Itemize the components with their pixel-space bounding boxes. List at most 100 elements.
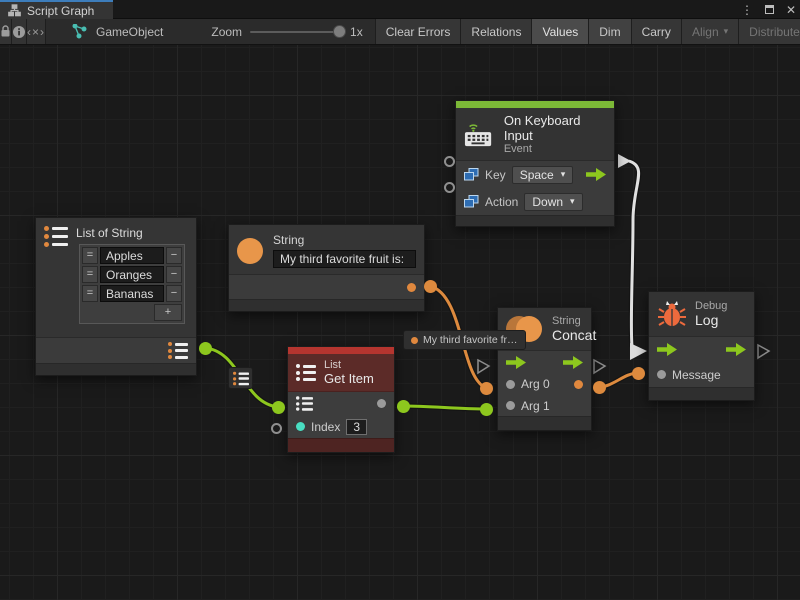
port-getitem-output[interactable] bbox=[397, 400, 410, 413]
list-icon bbox=[296, 364, 316, 381]
drag-handle[interactable]: = bbox=[82, 247, 98, 264]
relations-button[interactable]: Relations bbox=[461, 19, 532, 44]
list-item-row: = Oranges − bbox=[82, 266, 182, 283]
graph-hierarchy-icon bbox=[8, 4, 21, 17]
values-toggle[interactable]: Values bbox=[532, 19, 589, 44]
caret-down-icon: ▾ bbox=[570, 197, 575, 206]
zoom-slider[interactable] bbox=[250, 31, 342, 33]
flow-out-arrow-icon bbox=[726, 343, 746, 356]
index-label: Index bbox=[311, 420, 340, 434]
flow-in-arrow-icon bbox=[506, 356, 526, 369]
node-list-of-string[interactable]: List of String = Apples − = Oranges − = bbox=[35, 217, 197, 376]
list-input-icon bbox=[296, 396, 313, 410]
tab-title: Script Graph bbox=[27, 4, 94, 18]
action-label: Action bbox=[485, 195, 518, 209]
port-concat-result-output[interactable] bbox=[593, 381, 606, 394]
port-concat-arg1-input[interactable] bbox=[480, 403, 493, 416]
window-menu-icon[interactable]: ⋮ bbox=[741, 4, 753, 16]
index-field[interactable]: 3 bbox=[346, 419, 367, 435]
string-value-field[interactable]: My third favorite fruit is: bbox=[273, 250, 416, 268]
window-close-icon[interactable]: ✕ bbox=[786, 4, 796, 16]
string-value-preview: My third favorite fr… bbox=[403, 330, 526, 350]
graph-toolbar: ‹×› GameObject Zoom 1x Clear Errors Rela… bbox=[0, 19, 800, 45]
port-keyboard-action-input[interactable] bbox=[444, 182, 455, 193]
window-maximize-icon[interactable] bbox=[765, 5, 774, 14]
arg1-input-dot bbox=[506, 401, 515, 410]
node-string-literal[interactable]: String My third favorite fruit is: bbox=[228, 224, 425, 312]
list-inline-editor: = Apples − = Oranges − = Bananas − bbox=[79, 244, 185, 324]
port-log-message-input[interactable] bbox=[632, 367, 645, 380]
port-getitem-index-input[interactable] bbox=[271, 423, 282, 434]
message-input-dot bbox=[657, 370, 666, 379]
carry-toggle[interactable]: Carry bbox=[632, 19, 682, 44]
wire-getitem-to-concat-arg1[interactable] bbox=[403, 406, 486, 409]
list-icon bbox=[44, 226, 68, 247]
remove-item-button[interactable]: − bbox=[166, 247, 182, 264]
port-concat-flow-in[interactable] bbox=[478, 360, 489, 373]
list-item-field[interactable]: Apples bbox=[100, 247, 164, 264]
node-concat[interactable]: String Concat Arg 0 bbox=[497, 307, 592, 431]
keyboard-icon bbox=[464, 120, 496, 148]
inspect-button[interactable] bbox=[12, 19, 27, 44]
arg0-input-dot bbox=[506, 380, 515, 389]
node-log[interactable]: Debug Log Message bbox=[648, 291, 755, 401]
node-on-keyboard-input[interactable]: On Keyboard Input Event Key Space ▾ bbox=[455, 100, 615, 227]
node-subtitle: Event bbox=[504, 143, 606, 155]
list-output-icon bbox=[168, 342, 188, 359]
port-list-output[interactable] bbox=[199, 342, 212, 355]
port-keyboard-key-input[interactable] bbox=[444, 156, 455, 167]
distribute-dropdown[interactable]: Distribute ▾ bbox=[739, 19, 800, 44]
graph-canvas[interactable]: On Keyboard Input Event Key Space ▾ bbox=[0, 45, 800, 600]
port-concat-arg0-input[interactable] bbox=[480, 382, 493, 395]
remove-item-button[interactable]: − bbox=[166, 285, 182, 302]
gameobject-icon bbox=[72, 24, 88, 39]
add-item-button[interactable]: + bbox=[154, 304, 182, 321]
item-output-dot bbox=[377, 399, 386, 408]
port-keyboard-flow-out[interactable] bbox=[618, 154, 631, 168]
wire-keyboard-to-log-flow[interactable] bbox=[629, 161, 639, 347]
lock-icon bbox=[0, 25, 11, 38]
arg0-label: Arg 0 bbox=[521, 377, 550, 391]
node-get-item[interactable]: List Get Item Index 3 bbox=[287, 346, 395, 453]
clear-errors-button[interactable]: Clear Errors bbox=[376, 19, 462, 44]
port-getitem-list-input[interactable] bbox=[272, 401, 285, 414]
remove-item-button[interactable]: − bbox=[166, 266, 182, 283]
context-label[interactable]: GameObject bbox=[96, 25, 163, 39]
string-icon bbox=[237, 238, 263, 264]
align-dropdown[interactable]: Align ▾ bbox=[682, 19, 739, 44]
tab-bar: Script Graph ⋮ ✕ bbox=[0, 0, 800, 19]
result-output-dot bbox=[574, 380, 583, 389]
event-accent-strip bbox=[456, 101, 614, 108]
input-binding-icon bbox=[464, 168, 479, 181]
node-title: On Keyboard Input bbox=[504, 113, 606, 143]
drag-handle[interactable]: = bbox=[82, 285, 98, 302]
node-title: Log bbox=[695, 312, 727, 328]
dim-toggle[interactable]: Dim bbox=[589, 19, 631, 44]
flow-out-arrow-icon bbox=[563, 356, 583, 369]
code-icon: ‹×› bbox=[27, 25, 45, 39]
node-title: Get Item bbox=[324, 371, 374, 386]
tab-script-graph[interactable]: Script Graph bbox=[0, 0, 113, 19]
flow-in-arrow-icon bbox=[657, 343, 677, 356]
list-item-field[interactable]: Oranges bbox=[100, 266, 164, 283]
bug-icon bbox=[657, 299, 687, 329]
node-title: List of String bbox=[76, 226, 143, 240]
node-title: Concat bbox=[552, 327, 596, 343]
key-dropdown[interactable]: Space ▾ bbox=[512, 166, 574, 184]
port-string-output[interactable] bbox=[424, 280, 437, 293]
zoom-label: Zoom bbox=[211, 25, 242, 39]
zoom-slider-knob[interactable] bbox=[333, 25, 346, 38]
lock-button[interactable] bbox=[0, 19, 12, 44]
caret-down-icon: ▾ bbox=[561, 170, 566, 179]
arg1-label: Arg 1 bbox=[521, 399, 550, 413]
action-dropdown[interactable]: Down ▾ bbox=[524, 193, 582, 211]
port-log-flow-in[interactable] bbox=[630, 343, 647, 360]
drag-handle[interactable]: = bbox=[82, 266, 98, 283]
edit-source-button[interactable]: ‹×› bbox=[27, 19, 46, 44]
zoom-value: 1x bbox=[350, 25, 363, 39]
info-icon bbox=[12, 25, 26, 39]
port-log-flow-out[interactable] bbox=[758, 345, 769, 358]
string-output-dot bbox=[407, 283, 416, 292]
list-item-field[interactable]: Bananas bbox=[100, 285, 164, 302]
port-concat-flow-out[interactable] bbox=[594, 360, 605, 373]
